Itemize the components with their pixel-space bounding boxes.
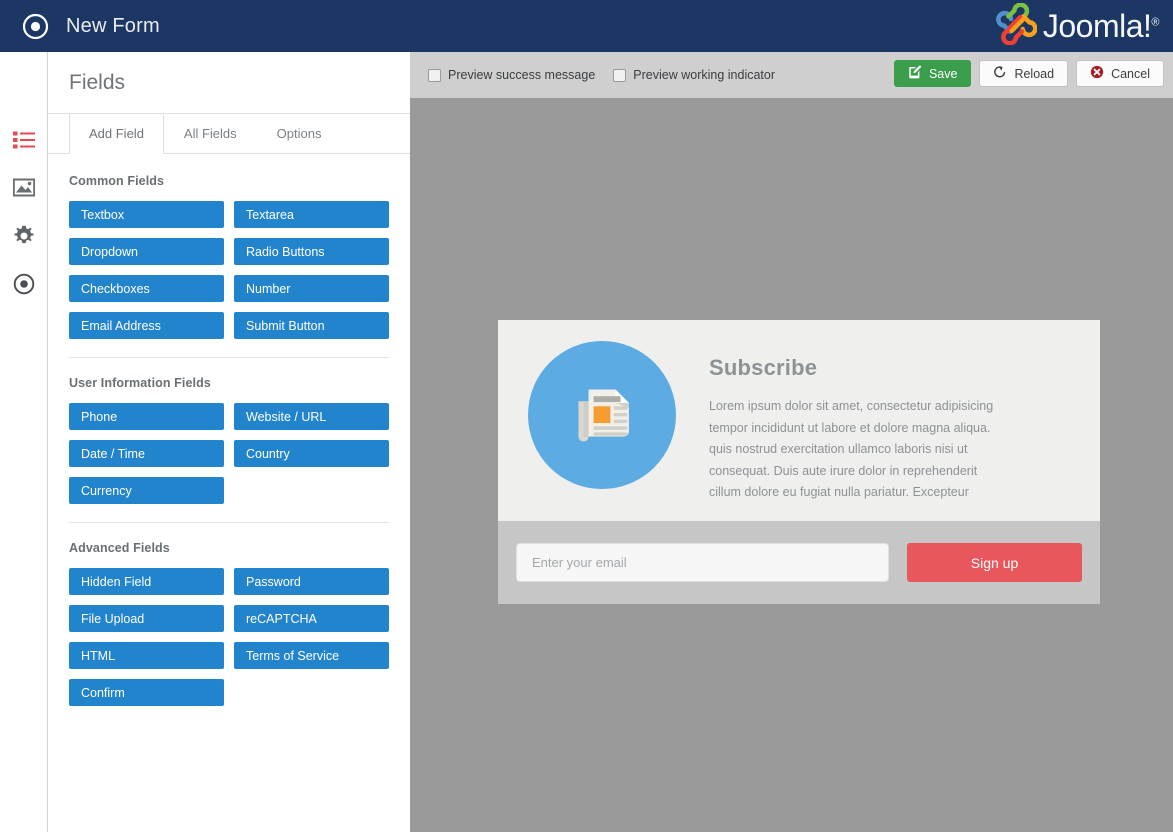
sidebar-item-publish[interactable] [0,262,47,310]
preview-stage: Subscribe Lorem ipsum dolor sit amet, co… [410,98,1173,832]
image-icon [12,178,35,202]
field-button-dropdown[interactable]: Dropdown [69,238,224,265]
joomla-trademark: ® [1151,16,1159,29]
field-button-number[interactable]: Number [234,275,389,302]
field-button-phone[interactable]: Phone [69,403,224,430]
field-button-country[interactable]: Country [234,440,389,467]
sidebar-item-media[interactable] [0,166,47,214]
field-button-recaptcha[interactable]: reCAPTCHA [234,605,389,632]
subscribe-heading: Subscribe [709,355,818,380]
gear-icon [13,225,35,252]
reload-button[interactable]: Reload [979,60,1069,87]
field-button-hidden-field[interactable]: Hidden Field [69,568,224,595]
field-button-terms-of-service[interactable]: Terms of Service [234,642,389,669]
preview-success-message-label: Preview success message [448,68,596,82]
save-button-label: Save [928,66,958,81]
email-input[interactable] [516,543,889,582]
cancel-button-label: Cancel [1111,66,1150,81]
joomla-logo: Joomla!® [995,1,1160,46]
target-circle-icon [13,273,35,300]
preview-toolbar: Preview success message Preview working … [410,52,1173,98]
sidebar-item-fields[interactable] [0,118,47,166]
group-divider [69,522,389,523]
target-circle-icon [22,13,49,40]
field-button-password[interactable]: Password [234,568,389,595]
fields-panel-tabs: Add Field All Fields Options [48,114,410,154]
fields-panel-header: Fields [48,52,410,114]
edit-pencil-square-icon [908,65,922,82]
preview-working-indicator-label: Preview working indicator [633,68,776,82]
field-button-radio-buttons[interactable]: Radio Buttons [234,238,389,265]
field-button-checkboxes[interactable]: Checkboxes [69,275,224,302]
refresh-arrow-icon [993,65,1007,82]
tab-all-fields[interactable]: All Fields [164,114,257,153]
field-button-grid: Textbox Textarea Dropdown Radio Buttons … [69,201,389,339]
field-button-date-time[interactable]: Date / Time [69,440,224,467]
cancel-circle-x-icon [1090,65,1104,82]
subscribe-card-footer: Sign up [498,521,1100,604]
subscribe-card: Subscribe Lorem ipsum dolor sit amet, co… [498,320,1100,604]
joomla-mark-icon [995,1,1038,50]
field-button-textbox[interactable]: Textbox [69,201,224,228]
group-divider [69,357,389,358]
app-header: New Form Joomla!® [0,0,1173,52]
field-group-common: Common Fields Textbox Textarea Dropdown … [69,174,389,339]
field-button-grid: Phone Website / URL Date / Time Country … [69,403,389,504]
save-button[interactable]: Save [893,60,972,87]
field-button-currency[interactable]: Currency [69,477,224,504]
field-button-html[interactable]: HTML [69,642,224,669]
fields-panel-title: Fields [69,70,126,94]
field-button-submit-button[interactable]: Submit Button [234,312,389,339]
newspaper-document-icon [560,371,644,460]
field-button-grid: Hidden Field Password File Upload reCAPT… [69,568,389,706]
subscribe-card-top: Subscribe Lorem ipsum dolor sit amet, co… [498,320,1100,521]
field-group-title: User Information Fields [69,376,211,390]
tab-add-field[interactable]: Add Field [69,114,164,154]
subscribe-illustration [528,341,676,489]
left-icon-rail [0,52,48,832]
field-button-file-upload[interactable]: File Upload [69,605,224,632]
subscribe-card-text: Subscribe Lorem ipsum dolor sit amet, co… [676,341,1009,521]
fields-panel: Fields Add Field All Fields Options Comm… [48,52,410,832]
preview-working-indicator-checkbox[interactable] [613,68,627,82]
app-header-left: New Form [0,13,160,40]
tab-options[interactable]: Options [257,114,342,153]
cancel-button[interactable]: Cancel [1076,60,1164,87]
field-button-textarea[interactable]: Textarea [234,201,389,228]
joomla-wordmark: Joomla!® [1042,8,1160,44]
joomla-wordmark-text: Joomla! [1042,8,1152,44]
sign-up-button[interactable]: Sign up [907,543,1082,582]
field-group-user-information: User Information Fields Phone Website / … [69,376,389,504]
field-group-advanced: Advanced Fields Hidden Field Password Fi… [69,541,389,706]
field-group-title: Common Fields [69,174,165,188]
preview-working-indicator-option[interactable]: Preview working indicator [613,68,775,82]
reload-button-label: Reload [1014,66,1055,81]
toolbar-button-group: Save Reload Cancel [893,60,1164,87]
subscribe-body-text: Lorem ipsum dolor sit amet, consectetur … [709,399,994,499]
field-group-title: Advanced Fields [69,541,170,555]
sidebar-item-settings[interactable] [0,214,47,262]
preview-region: Preview success message Preview working … [410,52,1173,832]
field-button-confirm[interactable]: Confirm [69,679,224,706]
page-title: New Form [66,14,160,37]
preview-success-message-option[interactable]: Preview success message [428,68,595,82]
field-button-website-url[interactable]: Website / URL [234,403,389,430]
fields-panel-body: Common Fields Textbox Textarea Dropdown … [48,154,410,706]
field-button-email-address[interactable]: Email Address [69,312,224,339]
preview-success-message-checkbox[interactable] [428,68,441,82]
list-icon [12,131,35,154]
